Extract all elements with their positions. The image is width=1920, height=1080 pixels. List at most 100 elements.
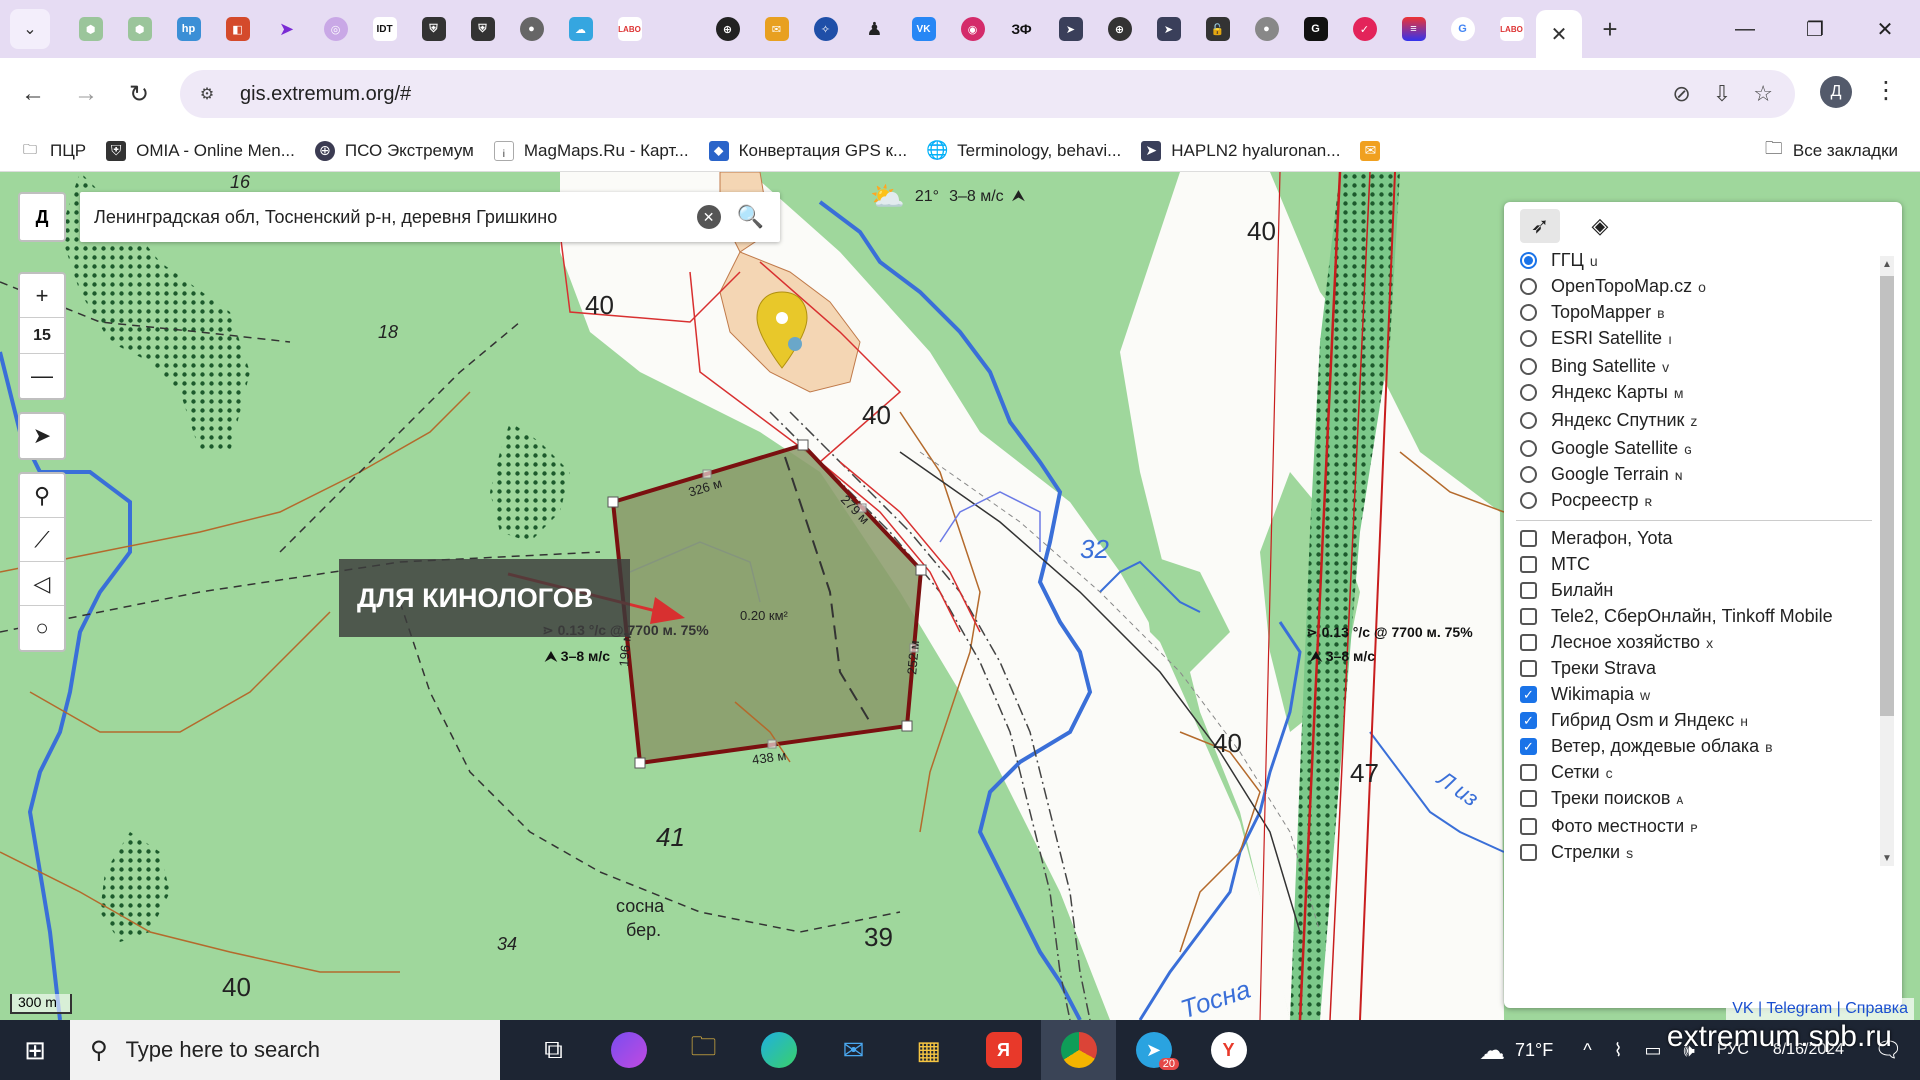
overlay-wind[interactable]: ✓ Ветер, дождевые облака в [1520,736,1773,757]
bookmark-pso[interactable]: ⊕ ПСО Экстремум [314,140,474,161]
alice-icon[interactable] [591,1020,666,1080]
battery-icon[interactable]: ▭ [1644,1040,1661,1061]
yandex-browser-icon[interactable]: Y [1191,1020,1266,1080]
tab[interactable]: LABO [605,9,654,49]
reload-button[interactable]: ↻ [119,74,159,114]
address-bar[interactable]: ⚙ gis.extremum.org/# ⊘ ⇩ ☆ [180,70,1795,118]
edge-icon[interactable] [741,1020,816,1080]
file-explorer-icon[interactable]: 🗀 [666,1020,741,1080]
overlay-photos[interactable]: Фото местности ᴘ [1520,816,1698,837]
zoom-out-button[interactable]: — [20,354,64,398]
pointer-layer-tab-icon[interactable]: ➶ [1520,209,1560,243]
forward-button[interactable]: → [66,74,106,114]
tab[interactable]: LABO [1487,9,1536,49]
radio-button[interactable] [1520,252,1537,269]
tab-search-button[interactable]: ⌄ [10,9,50,49]
checkbox[interactable]: ✓ [1520,686,1537,703]
chrome-icon[interactable] [1041,1020,1116,1080]
tab[interactable]: G [1438,9,1487,49]
base-layer-ggc[interactable]: ГГЦ u [1520,250,1598,271]
tab[interactable]: ⊕ [703,9,752,49]
overlay-forestry[interactable]: Лесное хозяйство x [1520,632,1713,653]
line-icon[interactable]: ⟋ [20,518,64,562]
tab[interactable] [654,9,703,49]
search-icon[interactable]: 🔍 [737,204,764,230]
overlay-megafon[interactable]: Мегафон, Yota [1520,528,1673,549]
active-tab-close-button[interactable]: ✕ [1536,10,1582,58]
overlay-grids[interactable]: Сетки с [1520,762,1613,783]
base-layer-yandex-sat[interactable]: Яндекс Спутник z [1520,410,1697,431]
tab[interactable]: ✧ [801,9,850,49]
checkbox[interactable] [1520,844,1537,861]
base-layer-google-terrain[interactable]: Google Terrain ɴ [1520,464,1683,485]
vk-link[interactable]: VK [1732,1000,1753,1017]
radio-button[interactable] [1520,412,1537,429]
taskbar-search[interactable]: ⚲ Type here to search [70,1020,500,1080]
radio-button[interactable] [1520,304,1537,321]
checkbox[interactable] [1520,634,1537,651]
overlay-arrows[interactable]: Стрелки s [1520,842,1633,863]
checkbox[interactable] [1520,556,1537,573]
tab[interactable]: ✓ [1340,9,1389,49]
bookmark-pcr[interactable]: 🗀 ПЦР [20,141,86,161]
checkbox[interactable]: ✓ [1520,712,1537,729]
overlay-tele2[interactable]: Tele2, СберОнлайн, Tinkoff Mobile [1520,606,1833,627]
tab[interactable]: VK [899,9,948,49]
install-app-icon[interactable]: ⇩ [1713,81,1731,107]
tab[interactable]: ● [1242,9,1291,49]
url-text[interactable]: gis.extremum.org/# [240,83,411,106]
tab[interactable]: ✉ [752,9,801,49]
base-layer-topomapper[interactable]: TopoMapper в [1520,302,1665,323]
overlay-search-tracks[interactable]: Треки поисков ᴀ [1520,788,1683,809]
bookmark-mail[interactable]: ✉ [1360,140,1390,161]
scroll-down-icon[interactable]: ▼ [1880,850,1894,866]
scroll-thumb[interactable] [1880,276,1894,716]
base-layer-google-sat[interactable]: Google Satellite ɢ [1520,438,1692,459]
back-button[interactable]: ← [13,74,53,114]
tab[interactable]: ⬢ [66,9,115,49]
checkbox[interactable] [1520,530,1537,547]
map-search-input[interactable]: Ленинградская обл, Тосненский р-н, дерев… [94,207,697,228]
overlay-strava[interactable]: Треки Strava [1520,658,1656,679]
radio-button[interactable] [1520,330,1537,347]
checkbox[interactable] [1520,660,1537,677]
base-layer-bing[interactable]: Bing Satellite v [1520,356,1669,377]
bookmark-omia[interactable]: ⛨ OMIA - Online Men... [106,140,295,161]
checkbox[interactable] [1520,818,1537,835]
tab[interactable]: ⬢ [115,9,164,49]
tab[interactable]: ☁ [556,9,605,49]
telegram-link[interactable]: Telegram [1766,1000,1832,1017]
checkbox[interactable] [1520,582,1537,599]
base-layer-opentopomap[interactable]: OpenTopoMap.cz o [1520,276,1706,297]
chevron-up-icon[interactable]: ^ [1583,1040,1591,1061]
browser-menu-icon[interactable]: ⋮ [1874,76,1898,105]
checkbox[interactable] [1520,790,1537,807]
profile-avatar[interactable]: Д [1820,76,1852,108]
tab[interactable]: ⛨ [409,9,458,49]
radio-button[interactable] [1520,492,1537,509]
tab[interactable]: ЗФ [997,9,1046,49]
bookmark-gps[interactable]: ⬥ Конвертация GPS к... [708,140,907,161]
clear-icon[interactable]: ✕ [696,205,721,229]
checkbox[interactable] [1520,764,1537,781]
tab[interactable]: ⊕ [1095,9,1144,49]
base-layer-rosreestr[interactable]: Росреестр ʀ [1520,490,1652,511]
tab[interactable]: ➤ [1144,9,1193,49]
overlay-mts[interactable]: МТС [1520,554,1590,575]
radio-button[interactable] [1520,358,1537,375]
radio-button[interactable] [1520,440,1537,457]
tab[interactable]: ⛨ [458,9,507,49]
tab[interactable]: ◎ [311,9,360,49]
map-canvas[interactable]: 40 40 40 40 40 18 16 34 41 39 47 32 сосн… [0,172,1920,1020]
marker-icon[interactable]: ⚲ [20,474,64,518]
tab[interactable]: ➤ [262,9,311,49]
scroll-up-icon[interactable]: ▲ [1880,256,1894,272]
overlay-wikimapia[interactable]: ✓ Wikimapia w [1520,684,1650,705]
base-layer-yandex-maps[interactable]: Яндекс Карты м [1520,382,1683,403]
layers-tab-icon[interactable]: ◈ [1580,209,1620,243]
polygon-icon[interactable]: ◁ [20,562,64,606]
telegram-icon[interactable]: ➤ 20 [1116,1020,1191,1080]
tab[interactable]: ● [507,9,556,49]
layers-scrollbar[interactable]: ▲ ▼ [1880,256,1894,866]
radio-button[interactable] [1520,384,1537,401]
